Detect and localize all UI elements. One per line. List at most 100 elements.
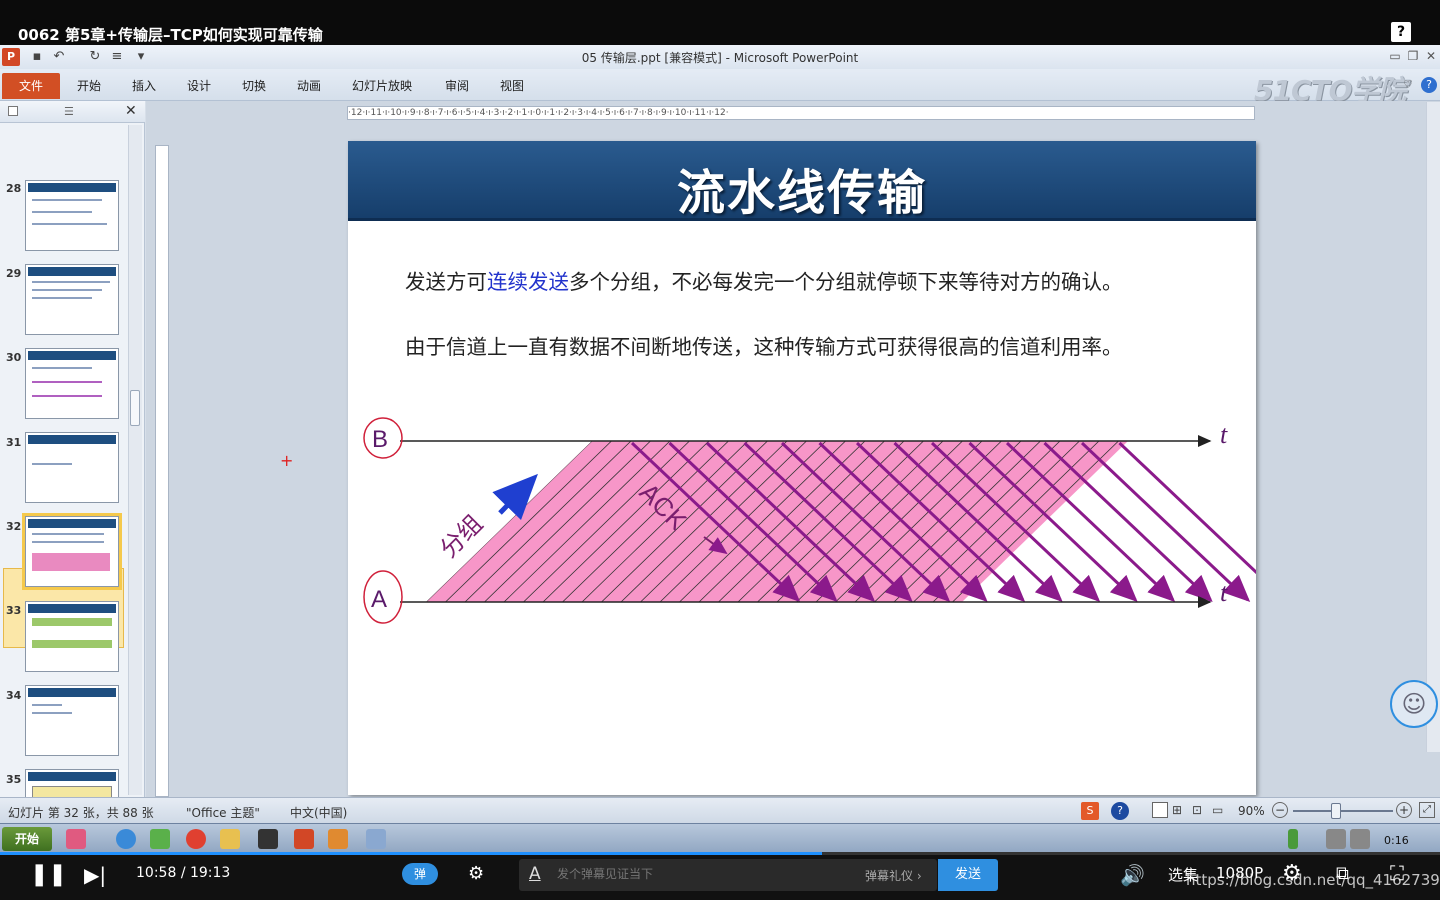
slideshow-view-icon[interactable]: ▭ [1212, 803, 1223, 817]
danmaku-toggle[interactable]: 弹 [402, 863, 438, 885]
current-time: 10:58 [136, 865, 177, 881]
tab-transitions[interactable]: 切换 [242, 77, 266, 94]
slide-text-line-1: 发送方可连续发送多个分组，不必每发完一个分组就停顿下来等待对方的确认。 [405, 265, 1123, 295]
label-b: B [372, 426, 388, 453]
send-danmaku-button[interactable]: 发送 [938, 859, 998, 891]
slides-tab-icon[interactable] [8, 106, 18, 116]
time-label-a: t [1220, 578, 1228, 607]
zoom-in-icon[interactable]: + [1396, 802, 1412, 818]
text-segment: 发送方可 [405, 270, 487, 294]
vertical-ruler [155, 145, 169, 797]
packet-band [426, 441, 1128, 602]
slides-panel: ☰ ✕ 28 29 30 31 32 33 34 35 [0, 101, 145, 840]
thumb-number: 31 [6, 436, 22, 449]
powerpoint-window: P ▪ ↶ ↻ ≡ ▾ 05 传输层.ppt [兼容模式] - Microsof… [0, 45, 1440, 855]
zoom-level[interactable]: 90% [1238, 804, 1265, 818]
slide-thumbnail[interactable] [25, 180, 119, 251]
language[interactable]: 中文(中国) [290, 804, 347, 821]
thumb-number: 32 [6, 520, 22, 533]
ribbon-tabs: 文件 开始 插入 设计 切换 动画 幻灯片放映 审阅 视图 51CTO学院 ♡ … [0, 69, 1440, 107]
fit-slide-icon[interactable]: ⤢ [1419, 802, 1435, 818]
start-button[interactable]: 开始 [2, 827, 52, 851]
slide-thumbnail[interactable] [25, 264, 119, 335]
ribbon-collapse-icon[interactable]: ♡ [1400, 77, 1416, 93]
theme-name[interactable]: "Office 主题" [186, 804, 260, 821]
help-button[interactable]: ? [1391, 22, 1411, 42]
tab-animations[interactable]: 动画 [297, 77, 321, 94]
sorter-view-icon[interactable]: ⊞ [1172, 803, 1182, 817]
app-icon[interactable] [66, 829, 86, 849]
tab-review[interactable]: 审阅 [445, 77, 469, 94]
restore-icon[interactable]: ❐ [1404, 48, 1422, 64]
slides-panel-scroll-thumb[interactable] [130, 390, 140, 426]
tray-icon[interactable] [1350, 829, 1370, 849]
slides-panel-scrollbar[interactable] [128, 125, 142, 795]
close-icon[interactable]: ✕ [1422, 48, 1440, 64]
url-watermark: https://blog.csdn.net/qq_41627390 [1186, 871, 1440, 889]
time-display: 10:58 / 19:13 [136, 865, 230, 881]
time-separator: / [180, 865, 186, 881]
tab-slideshow[interactable]: 幻灯片放映 [352, 77, 412, 94]
video-title-bar: 0062 第5章+传输层–TCP如何实现可靠传输 ? [0, 0, 1440, 45]
terminal-icon[interactable] [258, 829, 278, 849]
total-time: 19:13 [189, 865, 231, 881]
normal-view-icon[interactable] [1152, 802, 1168, 818]
edit-area-scrollbar[interactable] [1426, 102, 1440, 752]
tab-insert[interactable]: 插入 [132, 77, 156, 94]
battery-icon[interactable] [1288, 829, 1298, 849]
slide-thumbnail[interactable] [25, 601, 119, 672]
pause-icon[interactable]: ❚❚ [30, 864, 67, 886]
zoom-out-icon[interactable]: − [1272, 802, 1288, 818]
danmaku-settings-icon[interactable]: ⚙ [468, 863, 484, 884]
status-bar: 幻灯片 第 32 张，共 88 张 "Office 主题" 中文(中国) S ?… [0, 797, 1440, 823]
thumb-number: 30 [6, 351, 22, 364]
chrome-icon[interactable] [186, 829, 206, 849]
folder-icon[interactable] [220, 829, 240, 849]
slide-thumbnail[interactable] [25, 685, 119, 756]
slide[interactable]: 流水线传输 发送方可连续发送多个分组，不必每发完一个分组就停顿下来等待对方的确认… [348, 141, 1256, 795]
reading-view-icon[interactable]: ⊡ [1192, 803, 1202, 817]
emoji-float-button[interactable]: ☺ [1390, 680, 1438, 728]
cursor-crosshair-icon: + [280, 451, 294, 470]
close-panel-icon[interactable]: ✕ [125, 103, 137, 119]
slide-text-line-2: 由于信道上一直有数据不间断地传送，这种传输方式可获得很高的信道利用率。 [405, 335, 1123, 359]
tray-icon[interactable] [1326, 829, 1346, 849]
video-title: 0062 第5章+传输层–TCP如何实现可靠传输 [18, 26, 323, 44]
help-icon[interactable]: ? [1421, 77, 1437, 93]
windows-taskbar: 开始 0:16 [0, 823, 1440, 855]
time-label-b: t [1220, 420, 1228, 449]
tab-design[interactable]: 设计 [187, 77, 211, 94]
app-icon[interactable] [366, 829, 386, 849]
volume-icon[interactable]: 🔊 [1120, 863, 1145, 887]
thumb-number: 28 [6, 182, 22, 195]
ppt-titlebar: P ▪ ↶ ↻ ≡ ▾ 05 传输层.ppt [兼容模式] - Microsof… [0, 45, 1440, 69]
ie-icon[interactable] [116, 829, 136, 849]
pipeline-diagram: B A t t 分组 ACK [363, 417, 1256, 624]
tab-home[interactable]: 开始 [77, 77, 101, 94]
ack-arrow-line [1080, 441, 1251, 603]
danmaku-input-wrap: A 弹幕礼仪 › [519, 859, 937, 891]
highlight-text: 连续发送 [487, 270, 569, 294]
input-method-icon[interactable]: S [1081, 802, 1099, 820]
tab-file[interactable]: 文件 [2, 73, 60, 99]
app-icon[interactable] [328, 829, 348, 849]
danmaku-input[interactable] [557, 867, 837, 881]
minimize-icon[interactable]: ▭ [1386, 48, 1404, 64]
zoom-slider-knob[interactable] [1331, 803, 1341, 819]
slide-thumbnail-active[interactable] [22, 513, 122, 590]
zoom-slider[interactable] [1293, 810, 1393, 812]
slide-thumbnail[interactable] [25, 348, 119, 419]
danmaku-etiquette-link[interactable]: 弹幕礼仪 › [865, 867, 922, 884]
outline-tab-icon[interactable]: ☰ [64, 105, 74, 118]
thumb-number: 34 [6, 689, 22, 702]
thumb-number: 35 [6, 773, 22, 786]
next-icon[interactable]: ▶| [84, 864, 106, 886]
powerpoint-taskbar-icon[interactable] [294, 829, 314, 849]
help-status-icon[interactable]: ? [1111, 802, 1129, 820]
slide-thumbnail[interactable] [25, 432, 119, 503]
horizontal-ruler: ·12·ı·11·ı·10·ı·9·ı·8·ı·7·ı·6·ı·5·ı·4·ı·… [347, 106, 1255, 120]
text-segment: 多个分组，不必每发完一个分组就停顿下来等待对方的确认。 [569, 270, 1123, 294]
tab-view[interactable]: 视图 [500, 77, 524, 94]
danmaku-style-icon[interactable]: A [529, 864, 541, 884]
app-icon[interactable] [150, 829, 170, 849]
